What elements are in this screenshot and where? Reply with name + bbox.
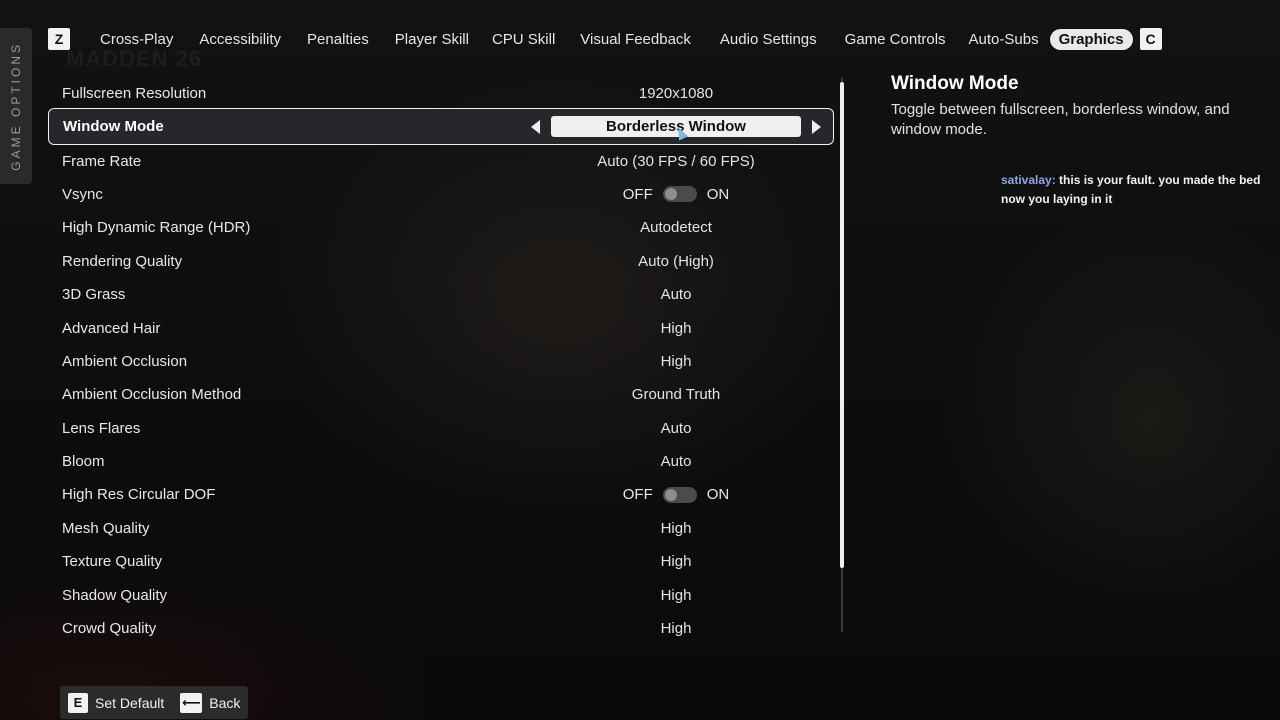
tab-graphics[interactable]: Graphics	[1049, 28, 1133, 50]
setting-label: High Res Circular DOF	[62, 486, 216, 504]
setting-value: Autodetect	[640, 219, 712, 237]
tab-game-controls[interactable]: Game Controls	[836, 29, 955, 50]
tab-penalties[interactable]: Penalties	[298, 29, 378, 50]
setting-label: Window Mode	[63, 118, 164, 136]
category-tabs: Z Cross-Play Accessibility Penalties Pla…	[48, 27, 1162, 51]
setting-value: Auto	[660, 286, 692, 304]
tab-player-skill[interactable]: Player Skill	[386, 29, 478, 50]
game-options-screen: MADDEN 26 GAME OPTIONS Z Cross-Play Acce…	[0, 0, 1280, 720]
toggle-on-label: ON	[706, 486, 730, 504]
setting-value: Auto	[660, 419, 692, 437]
setting-value: Auto (High)	[638, 252, 714, 270]
setting-label: Texture Quality	[62, 553, 163, 571]
setting-row-texture-quality[interactable]: Texture Quality High	[48, 545, 834, 578]
setting-label: Rendering Quality	[62, 252, 183, 270]
graphics-settings-list: Fullscreen Resolution 1920x1080 Window M…	[48, 77, 834, 645]
tab-cpu-skill[interactable]: CPU Skill	[483, 29, 564, 50]
setting-value: High	[660, 352, 692, 370]
setting-row-high-res-circular-dof[interactable]: High Res Circular DOF OFF ON	[48, 478, 834, 511]
setting-row-mesh-quality[interactable]: Mesh Quality High	[48, 512, 834, 545]
setting-value: High	[660, 586, 692, 604]
setting-label: Ambient Occlusion	[62, 352, 188, 370]
dof-toggle[interactable]	[662, 486, 697, 503]
back-button[interactable]: ⟵ Back	[180, 692, 241, 713]
footer-actions: E Set Default ⟵ Back	[60, 686, 249, 719]
setting-row-vsync[interactable]: Vsync OFF ON	[48, 178, 834, 211]
setting-label: Ambient Occlusion Method	[62, 386, 242, 404]
info-title: Window Mode	[891, 73, 1019, 94]
setting-row-frame-rate[interactable]: Frame Rate Auto (30 FPS / 60 FPS)	[48, 144, 834, 177]
setting-label: Mesh Quality	[62, 519, 150, 537]
setting-value: 1920x1080	[638, 85, 714, 103]
setting-row-crowd-quality[interactable]: Crowd Quality High	[48, 612, 834, 645]
prev-tab-key-icon[interactable]: Z	[48, 28, 70, 50]
setting-value: High	[660, 620, 692, 638]
setting-label: Shadow Quality	[62, 586, 168, 604]
arrow-left-icon[interactable]	[531, 119, 540, 134]
setting-row-lens-flares[interactable]: Lens Flares Auto	[48, 412, 834, 445]
setting-value: Auto (30 FPS / 60 FPS)	[597, 152, 755, 170]
dof-toggle-group: OFF ON	[488, 486, 864, 503]
next-tab-key-icon[interactable]: C	[1139, 28, 1162, 50]
setting-value: High	[660, 319, 692, 337]
chat-message: sativalay: this is your fault. you made …	[1001, 171, 1280, 209]
set-default-label: Set Default	[95, 694, 165, 711]
vsync-toggle-group: OFF ON	[488, 186, 864, 203]
toggle-off-label: OFF	[622, 185, 653, 203]
setting-label: Crowd Quality	[62, 620, 157, 638]
vsync-toggle[interactable]	[662, 186, 697, 203]
setting-row-ambient-occlusion[interactable]: Ambient Occlusion High	[48, 345, 834, 378]
backspace-key-icon: ⟵	[180, 692, 203, 713]
setting-label: Vsync	[62, 185, 103, 203]
setting-row-hdr[interactable]: High Dynamic Range (HDR) Autodetect	[48, 211, 834, 244]
tab-auto-subs[interactable]: Auto-Subs	[960, 29, 1048, 50]
tab-accessibility[interactable]: Accessibility	[190, 29, 290, 50]
setting-value: Auto	[660, 453, 692, 471]
setting-row-rendering-quality[interactable]: Rendering Quality Auto (High)	[48, 245, 834, 278]
arrow-right-icon[interactable]	[812, 119, 821, 134]
tab-audio-settings[interactable]: Audio Settings	[711, 29, 826, 50]
setting-value: Ground Truth	[631, 386, 721, 404]
set-default-button[interactable]: E Set Default	[68, 692, 165, 713]
chat-username: sativalay:	[1001, 173, 1056, 187]
setting-label: Advanced Hair	[62, 319, 161, 337]
setting-label: 3D Grass	[62, 286, 126, 304]
info-description: Toggle between fullscreen, borderless wi…	[891, 101, 1230, 138]
setting-label: Fullscreen Resolution	[62, 85, 207, 103]
setting-row-window-mode[interactable]: Window Mode Borderless Window	[48, 108, 834, 146]
setting-row-ambient-occlusion-method[interactable]: Ambient Occlusion Method Ground Truth	[48, 378, 834, 411]
setting-label: High Dynamic Range (HDR)	[62, 219, 251, 237]
setting-label: Frame Rate	[62, 152, 142, 170]
back-label: Back	[209, 694, 241, 711]
toggle-on-label: ON	[706, 185, 730, 203]
setting-label: Lens Flares	[62, 419, 141, 437]
setting-row-advanced-hair[interactable]: Advanced Hair High	[48, 311, 834, 344]
scrollbar-thumb[interactable]	[840, 82, 844, 568]
tab-cross-play[interactable]: Cross-Play	[91, 29, 182, 50]
toggle-off-label: OFF	[622, 486, 653, 504]
side-tab-label: GAME OPTIONS	[9, 41, 23, 171]
setting-row-shadow-quality[interactable]: Shadow Quality High	[48, 578, 834, 611]
tab-visual-feedback[interactable]: Visual Feedback	[571, 29, 700, 50]
setting-value: High	[660, 519, 692, 537]
e-key-icon: E	[68, 692, 88, 713]
setting-row-3d-grass[interactable]: 3D Grass Auto	[48, 278, 834, 311]
setting-value: High	[660, 553, 692, 571]
setting-label: Bloom	[62, 453, 105, 471]
setting-row-bloom[interactable]: Bloom Auto	[48, 445, 834, 478]
setting-row-fullscreen-resolution[interactable]: Fullscreen Resolution 1920x1080	[48, 77, 834, 110]
game-options-side-tab[interactable]: GAME OPTIONS	[0, 28, 32, 184]
